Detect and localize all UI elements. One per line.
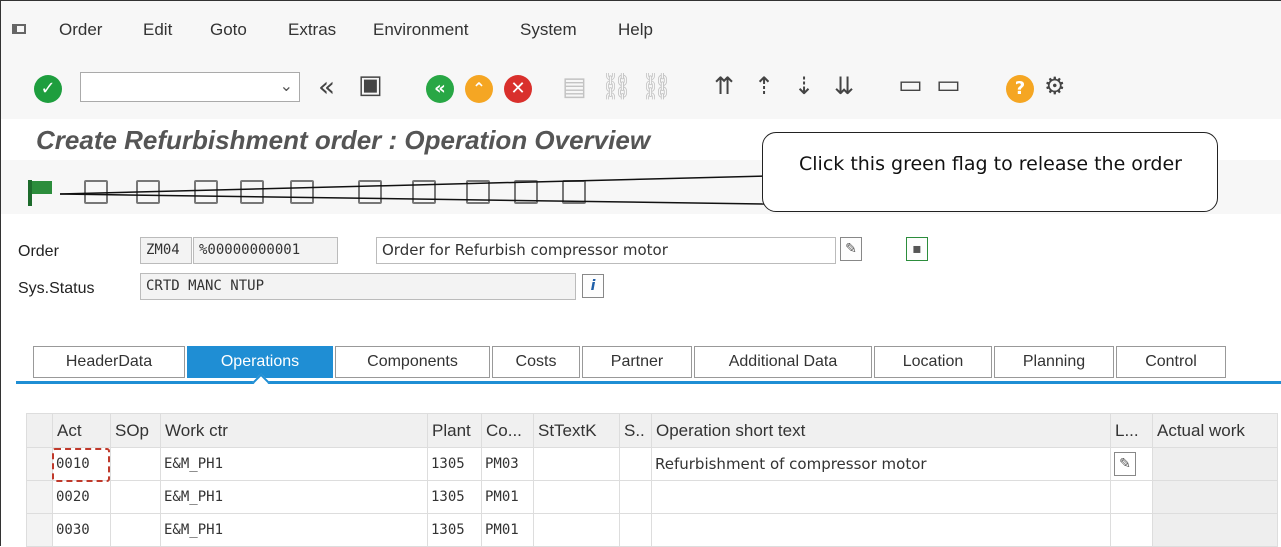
col-s[interactable]: S.. xyxy=(619,413,652,448)
order-number-field[interactable]: %00000000001 xyxy=(193,237,338,264)
tab-location[interactable]: Location xyxy=(874,346,992,378)
tab-additional-data[interactable]: Additional Data xyxy=(694,346,872,378)
cell-operation-short-text[interactable] xyxy=(651,513,1111,547)
cell-act[interactable]: 0030 xyxy=(52,513,111,547)
col-actual-work[interactable]: Actual work xyxy=(1152,413,1278,448)
cell-focus-marker xyxy=(52,448,110,482)
order-type-field[interactable]: ZM04 xyxy=(140,237,192,264)
tab-control[interactable]: Control xyxy=(1116,346,1226,378)
col-work-ctr[interactable]: Work ctr xyxy=(160,413,428,448)
cell-s[interactable] xyxy=(619,480,652,514)
cell-control-key[interactable]: PM01 xyxy=(481,513,534,547)
status-field: CRTD MANC NTUP xyxy=(140,273,576,300)
status-label: Sys.Status xyxy=(18,280,95,297)
cell-act[interactable]: 0020 xyxy=(52,480,111,514)
cell-long-text[interactable] xyxy=(1110,513,1153,547)
table-row: 0010 E&M_PH1 1305 PM03 Refurbishment of … xyxy=(26,447,1278,481)
tab-components[interactable]: Components xyxy=(335,346,490,378)
tab-costs[interactable]: Costs xyxy=(492,346,580,378)
cell-plant[interactable]: 1305 xyxy=(427,480,482,514)
cell-sttextk[interactable] xyxy=(533,447,620,481)
row-selector-header[interactable] xyxy=(26,413,53,448)
long-text-icon[interactable]: ✎ xyxy=(1114,452,1136,476)
table-header-row: Act SOp Work ctr Plant Co... StTextK S..… xyxy=(26,413,1278,448)
col-long-text[interactable]: L... xyxy=(1110,413,1153,448)
cell-plant[interactable]: 1305 xyxy=(427,447,482,481)
cell-sop[interactable] xyxy=(110,513,161,547)
tab-underline xyxy=(16,381,1281,384)
cell-actual-work xyxy=(1152,513,1278,547)
cell-actual-work xyxy=(1152,447,1278,481)
tab-headerdata[interactable]: HeaderData xyxy=(33,346,185,378)
cell-operation-short-text[interactable]: Refurbishment of compressor motor xyxy=(651,447,1111,481)
row-selector[interactable] xyxy=(26,480,53,514)
order-description-field[interactable]: Order for Refurbish compressor motor xyxy=(376,237,836,264)
cell-s[interactable] xyxy=(619,513,652,547)
col-operation-short-text[interactable]: Operation short text xyxy=(651,413,1111,448)
col-sop[interactable]: SOp xyxy=(110,413,161,448)
cell-work-ctr[interactable]: E&M_PH1 xyxy=(160,513,428,547)
row-selector[interactable] xyxy=(26,447,53,481)
cell-sop[interactable] xyxy=(110,480,161,514)
col-plant[interactable]: Plant xyxy=(427,413,482,448)
cell-long-text[interactable] xyxy=(1110,480,1153,514)
col-sttextk[interactable]: StTextK xyxy=(533,413,620,448)
col-control-key[interactable]: Co... xyxy=(481,413,534,448)
document-icon[interactable]: ▪ xyxy=(906,237,928,261)
table-row: 0030 E&M_PH1 1305 PM01 xyxy=(26,513,1278,547)
callout-text: Click this green flag to release the ord… xyxy=(799,153,1182,175)
cell-s[interactable] xyxy=(619,447,652,481)
cell-control-key[interactable]: PM03 xyxy=(481,447,534,481)
cell-control-key[interactable]: PM01 xyxy=(481,480,534,514)
tab-planning[interactable]: Planning xyxy=(994,346,1114,378)
cell-work-ctr[interactable]: E&M_PH1 xyxy=(160,447,428,481)
cell-sttextk[interactable] xyxy=(533,480,620,514)
status-info-icon[interactable]: i xyxy=(582,274,604,298)
col-act[interactable]: Act xyxy=(52,413,111,448)
cell-work-ctr[interactable]: E&M_PH1 xyxy=(160,480,428,514)
cell-long-text[interactable]: ✎ xyxy=(1110,447,1153,481)
row-selector[interactable] xyxy=(26,513,53,547)
cell-actual-work xyxy=(1152,480,1278,514)
table-row: 0020 E&M_PH1 1305 PM01 xyxy=(26,480,1278,514)
operations-table: Act SOp Work ctr Plant Co... StTextK S..… xyxy=(26,413,1278,547)
cell-sop[interactable] xyxy=(110,447,161,481)
long-text-icon[interactable]: ✎ xyxy=(840,237,862,261)
order-label: Order xyxy=(18,243,59,260)
cell-sttextk[interactable] xyxy=(533,513,620,547)
tab-partner[interactable]: Partner xyxy=(582,346,692,378)
cell-operation-short-text[interactable] xyxy=(651,480,1111,514)
cell-plant[interactable]: 1305 xyxy=(427,513,482,547)
